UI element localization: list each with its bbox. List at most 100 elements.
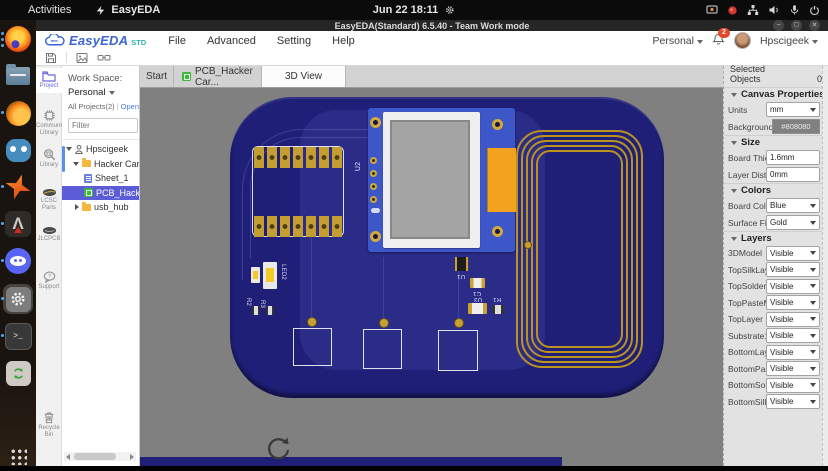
dock-item-terminal[interactable]: >_ [3,321,33,351]
background-color-swatch[interactable]: #808080 [772,119,820,134]
layer-visibility-select[interactable]: Visible [766,328,820,343]
activities-button[interactable]: Activities [28,4,71,16]
rotate-view-icon[interactable] [263,433,293,463]
tree-item-schematic[interactable]: Sheet_1 [62,171,139,186]
layer-visibility-select[interactable]: Visible [766,312,820,327]
tree-item-pcb-selected[interactable]: PCB_Hacker Ca [62,186,139,201]
tree-item-user[interactable]: Hpscigeek [62,142,139,157]
easyeda-logo[interactable]: EasyEDA STD [36,33,146,48]
easyeda-silk-logo [371,208,380,213]
section-layers[interactable]: Layers [724,231,828,245]
nfc-coil [516,130,643,368]
sidebar-item-recycle-bin[interactable]: Recycle Bin [36,411,62,439]
cloud-logo-icon [44,34,66,47]
lcd-pad [370,157,377,164]
divider [62,139,139,140]
lcsc-logo-icon [42,188,57,197]
menu-help[interactable]: Help [332,35,355,47]
ic-chip [455,257,468,271]
units-select[interactable]: mm [766,102,820,117]
dock-item-discord[interactable] [3,246,33,276]
scroll-left-arrow[interactable] [66,454,70,460]
panel-scrollbar[interactable] [822,66,828,466]
window-titlebar: EasyEDA(Standard) 6.5.40 - Team Work mod… [36,20,828,31]
touch-pad [363,329,402,369]
dock-item-software-box[interactable] [3,358,33,388]
pcb-board[interactable]: U2 [230,97,664,398]
menu-file[interactable]: File [168,35,186,47]
board-thickness-input[interactable]: 1.6mm [766,150,820,165]
image-export-icon[interactable] [76,52,88,64]
layer-visibility-select[interactable]: Visible [766,246,820,261]
toolbar-separator [66,52,67,63]
dock-item-orange-app[interactable] [3,98,33,128]
3d-glasses-icon[interactable] [97,52,111,64]
dock-item-firefox[interactable] [3,24,33,54]
save-icon[interactable] [45,52,57,64]
microphone-icon [789,4,800,16]
maximize-button[interactable]: ▢ [791,20,802,31]
close-button[interactable]: ✕ [809,20,820,31]
notifications-button[interactable]: 2 [712,33,725,49]
system-tray[interactable] [706,4,820,16]
board-color-select[interactable]: Blue [766,198,820,213]
all-projects-link[interactable]: All Projects(2) [68,102,115,111]
sidebar-item-support[interactable]: ? Support [36,271,62,291]
tab-start[interactable]: Start [140,66,174,87]
scroll-right-arrow[interactable] [130,454,134,460]
clock-menu[interactable]: Jun 22 18:11 [373,4,455,16]
layer-visibility-select[interactable]: Visible [766,345,820,360]
filter-input[interactable] [68,118,138,133]
avatar[interactable] [734,32,751,49]
layer-visibility-select[interactable]: Visible [766,394,820,409]
tab-3d-view[interactable]: 3D View [262,66,346,87]
sidebar-item-jlcpcb[interactable]: JLCPCB [36,226,62,243]
3d-viewport[interactable]: U2 [140,88,723,466]
board-edge-strip [140,457,562,466]
layer-visibility-select[interactable]: Visible [766,361,820,376]
layer-distance-input[interactable]: 0mm [766,167,820,182]
section-size[interactable]: Size [724,135,828,149]
editor-tabbar: Start PCB_Hacker Car... 3D View [140,66,723,88]
menu-advanced[interactable]: Advanced [207,35,256,47]
focused-app-menu[interactable]: EasyEDA [95,4,160,16]
file-manager-icon [6,67,30,85]
sidebar-item-lcsc-parts[interactable]: LCSC Parts [36,188,62,212]
dock-item-settings[interactable] [3,284,33,314]
user-icon [75,145,83,154]
user-menu[interactable]: Hpscigeek [760,35,818,47]
open-link[interactable]: Open [121,102,139,111]
show-applications-button[interactable] [3,441,33,471]
surface-finish-select[interactable]: Gold [766,215,820,230]
workspace-selector[interactable]: Personal [653,35,703,47]
layer-visibility-select[interactable]: Visible [766,295,820,310]
menu-setting[interactable]: Setting [277,35,311,47]
sidebar-item-project[interactable]: Project [36,68,62,93]
chevron-down-icon [810,383,816,387]
scrollbar-thumb[interactable] [74,453,116,460]
godot-icon [6,139,31,162]
sidebar-item-community-library[interactable]: Community Library [36,109,62,137]
dock-item-star-app[interactable] [3,172,33,202]
dock-item-a-app[interactable]: Λ [3,209,33,239]
layer-visibility-select[interactable]: Visible [766,378,820,393]
minimize-button[interactable]: − [773,20,784,31]
collapse-icon [731,189,737,193]
horizontal-scrollbar[interactable] [64,452,136,461]
layer-visibility-select[interactable]: Visible [766,279,820,294]
dock-item-files[interactable] [3,61,33,91]
workspace-scope-selector[interactable]: Personal [68,87,136,98]
section-colors[interactable]: Colors [724,183,828,197]
chevron-down-icon [810,367,816,371]
tree-item-folder[interactable]: Hacker Card [62,157,139,172]
collapse-caret-icon [73,162,79,166]
tree-item-folder[interactable]: usb_hub [62,200,139,215]
tab-pcb[interactable]: PCB_Hacker Car... [174,66,262,87]
schematic-icon [84,174,92,183]
dock-item-godot[interactable] [3,135,33,165]
layer-visibility-select[interactable]: Visible [766,262,820,277]
section-canvas-properties[interactable]: Canvas Properties [724,87,828,101]
sidebar-item-library[interactable]: Library [36,148,62,169]
panel-scroll-indicator[interactable] [62,146,65,172]
lcd-screen [390,120,470,239]
